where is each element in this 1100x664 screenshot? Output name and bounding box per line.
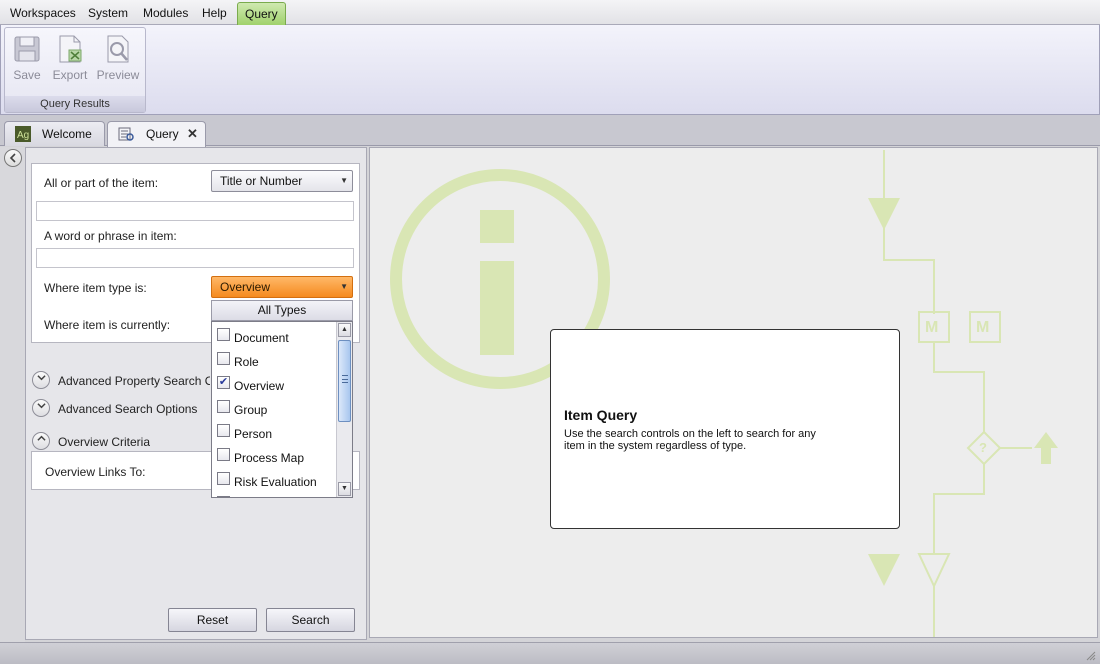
list-item-label: Group [234, 403, 268, 417]
list-item-label: Person [234, 427, 273, 441]
scroll-up-icon[interactable]: ▲ [338, 323, 351, 337]
menu-modules[interactable]: Modules [143, 0, 188, 25]
scroll-down-icon[interactable]: ▼ [338, 482, 351, 496]
scroll-thumb[interactable] [338, 340, 351, 422]
item-mode-value: Title or Number [220, 174, 303, 188]
save-button[interactable]: Save [5, 32, 49, 82]
menu-bar: Workspaces System Modules Help Query [0, 0, 1100, 26]
preview-button[interactable]: Preview [96, 32, 140, 82]
reset-button[interactable]: Reset [168, 608, 257, 632]
all-types-option[interactable]: All Types [211, 300, 353, 321]
list-item-label: Process Map [234, 451, 305, 465]
item-type-value: Overview [220, 280, 271, 294]
list-item[interactable] [212, 492, 336, 497]
export-label: Export [52, 68, 88, 82]
side-strip [0, 147, 25, 642]
overview-links-label: Overview Links To: [45, 465, 146, 479]
phrase-label: A word or phrase in item: [44, 229, 177, 243]
item-status-label: Where item is currently: [44, 318, 171, 332]
info-title: Item Query [564, 407, 638, 423]
menu-workspaces[interactable]: Workspaces [10, 0, 76, 25]
ribbon-group-query-results: Save Export Preview Query Results [4, 27, 146, 113]
item-type-select[interactable]: Overview ▼ [211, 276, 353, 298]
checkbox[interactable] [217, 424, 230, 437]
phrase-input[interactable] [36, 248, 354, 268]
chevron-down-icon [36, 375, 46, 381]
overview-criteria-label[interactable]: Overview Criteria [58, 435, 150, 449]
menu-system[interactable]: System [88, 0, 128, 25]
watermark-decision-label: ? [979, 440, 987, 455]
tab-query-label: Query [146, 127, 179, 141]
resize-grip-icon[interactable] [1086, 651, 1096, 661]
checkbox[interactable] [217, 352, 230, 365]
advanced-search-label[interactable]: Advanced Search Options [58, 402, 197, 416]
advanced-property-toggle[interactable] [32, 371, 50, 389]
list-item[interactable]: Group [212, 396, 336, 420]
process-flow-graphic [883, 150, 1032, 637]
list-item[interactable]: Risk Evaluation [212, 468, 336, 492]
list-item[interactable]: Document [212, 324, 336, 348]
save-label: Save [13, 68, 41, 82]
export-button[interactable]: Export [48, 32, 92, 82]
advanced-search-toggle[interactable] [32, 399, 50, 417]
overview-criteria-toggle[interactable] [32, 432, 50, 450]
item-type-label: Where item type is: [44, 281, 147, 295]
item-label: All or part of the item: [44, 176, 159, 190]
list-item[interactable]: Person [212, 420, 336, 444]
chevron-left-icon [9, 153, 16, 163]
excel-export-icon [59, 35, 82, 63]
scrollbar[interactable]: ▲ ▼ [336, 322, 352, 497]
chevron-up-icon [36, 435, 46, 441]
list-item[interactable]: ✔ Overview [212, 372, 336, 396]
chevron-down-icon: ▼ [340, 176, 348, 185]
close-icon[interactable]: ✕ [187, 126, 198, 142]
tab-strip: Ag Welcome Query ✕ [0, 115, 1100, 147]
list-item-label: Risk Evaluation [234, 475, 317, 489]
query-icon [118, 127, 134, 141]
checkbox-checked[interactable]: ✔ [217, 376, 230, 389]
info-text: Use the search controls on the left to s… [564, 428, 816, 452]
item-mode-select[interactable]: Title or Number ▼ [211, 170, 353, 192]
ribbon [0, 25, 1100, 115]
tab-welcome-label: Welcome [42, 127, 92, 141]
preview-icon [107, 35, 129, 63]
chevron-down-icon [36, 403, 46, 409]
tab-query[interactable]: Query ✕ [107, 121, 206, 147]
ribbon-group-label: Query Results [5, 96, 145, 112]
checkbox[interactable] [217, 448, 230, 461]
list-item[interactable]: Role [212, 348, 336, 372]
preview-label: Preview [96, 68, 140, 82]
menu-query[interactable]: Query [237, 2, 286, 26]
checkbox[interactable] [217, 472, 230, 485]
watermark-map-label: M [925, 319, 939, 336]
item-type-dropdown-list: Document Role ✔ Overview Group Person Pr… [211, 321, 353, 498]
status-bar [0, 642, 1100, 664]
list-item-label: Role [234, 355, 259, 369]
advanced-property-label[interactable]: Advanced Property Search Options [58, 374, 210, 388]
info-card: Item Query Use the search controls on th… [550, 329, 900, 529]
chevron-down-icon: ▼ [340, 282, 348, 291]
list-item-label: Overview [234, 379, 285, 393]
collapse-panel-button[interactable] [4, 149, 22, 167]
list-item[interactable]: Process Map [212, 444, 336, 468]
item-input[interactable] [36, 201, 354, 221]
watermark-map-label: M [976, 319, 990, 336]
checkbox[interactable] [217, 328, 230, 341]
app-logo-icon: Ag [15, 126, 31, 142]
tab-welcome[interactable]: Ag Welcome [4, 121, 105, 146]
menu-help[interactable]: Help [202, 0, 227, 25]
svg-text:Ag: Ag [17, 130, 29, 141]
save-icon [14, 36, 40, 62]
search-button[interactable]: Search [266, 608, 355, 632]
checkbox[interactable] [217, 496, 230, 497]
list-item-label: Document [234, 331, 289, 345]
checkbox[interactable] [217, 400, 230, 413]
